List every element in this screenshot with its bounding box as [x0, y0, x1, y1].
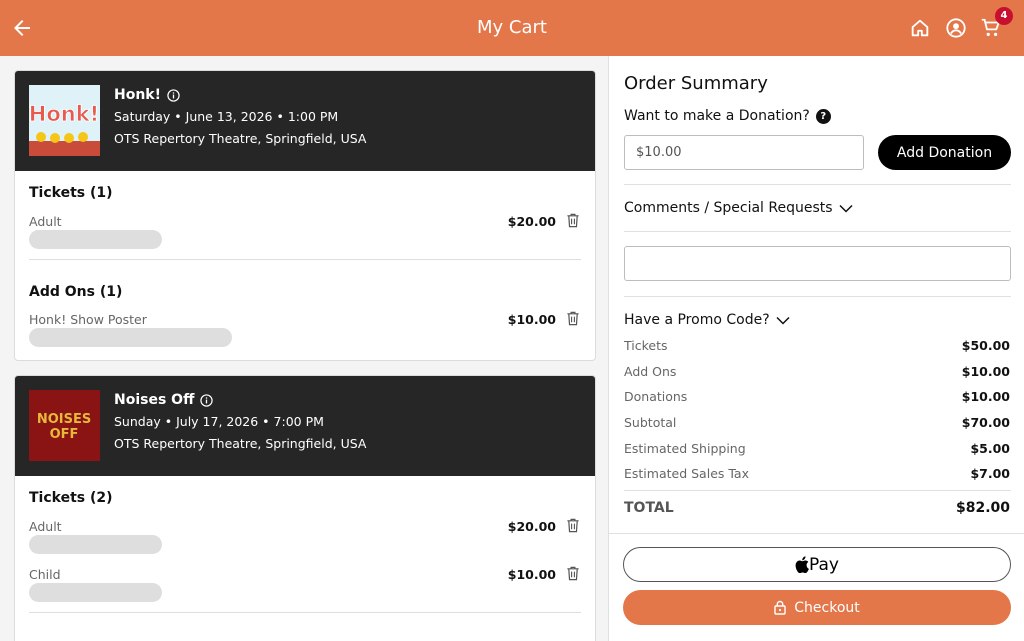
- trash-icon[interactable]: [566, 213, 580, 228]
- page-title: My Cart: [477, 17, 547, 38]
- event-poster-image: NOISES OFF: [29, 390, 100, 461]
- chevron-down-icon: [839, 204, 853, 213]
- event-card-noises-off: NOISES OFF Noises Off Sunday • July 17, …: [14, 375, 596, 641]
- placeholder-bar: [29, 328, 232, 347]
- payment-actions: Pay Checkout: [609, 533, 1024, 641]
- promo-code-toggle[interactable]: Have a Promo Code?: [624, 312, 790, 328]
- summary-line-value: $5.00: [970, 441, 1010, 456]
- ticket-price: $20.00: [507, 519, 556, 534]
- divider: [624, 296, 1011, 297]
- placeholder-bar: [29, 583, 162, 602]
- event-header: NOISES OFF Noises Off Sunday • July 17, …: [15, 376, 595, 476]
- ticket-type-label: Child: [29, 567, 61, 582]
- ticket-price: $10.00: [507, 567, 556, 582]
- checkout-label: Checkout: [794, 599, 860, 616]
- info-icon[interactable]: [167, 88, 180, 102]
- divider: [29, 259, 581, 260]
- total-value: $82.00: [955, 500, 1010, 516]
- comments-input[interactable]: [624, 246, 1011, 281]
- divider: [624, 490, 1011, 491]
- trash-icon[interactable]: [566, 311, 580, 326]
- add-donation-button[interactable]: Add Donation: [878, 135, 1011, 170]
- summary-line-label: Tickets: [624, 338, 668, 353]
- summary-line-value: $10.00: [961, 364, 1010, 379]
- total-label: TOTAL: [624, 500, 674, 516]
- event-name-label: Honk!: [114, 87, 161, 103]
- event-name: Honk!: [114, 87, 180, 103]
- event-header: Honk! Honk! Saturday • June 13, 2026 • 1…: [15, 71, 595, 171]
- apple-logo-icon: [795, 556, 809, 573]
- tickets-section-title: Tickets (1): [29, 185, 113, 201]
- checkout-button[interactable]: Checkout: [623, 590, 1011, 625]
- summary-line-label: Estimated Sales Tax: [624, 466, 749, 481]
- summary-line-value: $7.00: [970, 466, 1010, 481]
- summary-line-value: $70.00: [961, 415, 1010, 430]
- summary-line-value: $10.00: [961, 389, 1010, 404]
- trash-icon[interactable]: [566, 518, 580, 533]
- help-icon[interactable]: ?: [815, 108, 831, 124]
- summary-line-label: Donations: [624, 389, 688, 404]
- poster-title-text: Honk!: [29, 102, 99, 126]
- donation-amount-input[interactable]: [624, 135, 864, 170]
- summary-line-label: Add Ons: [624, 364, 677, 379]
- promo-code-label: Have a Promo Code?: [624, 312, 770, 328]
- event-card-honk: Honk! Honk! Saturday • June 13, 2026 • 1…: [14, 70, 596, 361]
- event-name-label: Noises Off: [114, 392, 195, 408]
- divider: [624, 231, 1011, 232]
- account-icon[interactable]: [945, 17, 967, 39]
- addons-section-title: Add Ons (1): [29, 284, 123, 300]
- summary-line-label: Estimated Shipping: [624, 441, 746, 456]
- addon-label: Honk! Show Poster: [29, 312, 147, 327]
- comments-label: Comments / Special Requests: [624, 200, 833, 216]
- summary-line-label: Subtotal: [624, 415, 677, 430]
- event-date: Saturday • June 13, 2026 • 1:00 PM: [114, 109, 339, 124]
- event-venue: OTS Repertory Theatre, Springfield, USA: [114, 131, 367, 146]
- ticket-type-label: Adult: [29, 214, 62, 229]
- donation-question: Want to make a Donation? ?: [624, 108, 831, 124]
- apple-pay-button[interactable]: Pay: [623, 547, 1011, 582]
- placeholder-bar: [29, 535, 162, 554]
- comments-toggle[interactable]: Comments / Special Requests: [624, 200, 853, 216]
- home-icon[interactable]: [909, 17, 931, 39]
- divider: [624, 184, 1011, 185]
- cart-items-panel: Honk! Honk! Saturday • June 13, 2026 • 1…: [0, 56, 608, 641]
- order-summary-title: Order Summary: [624, 73, 768, 94]
- ticket-type-label: Adult: [29, 519, 62, 534]
- poster-title-line-2: OFF: [50, 427, 79, 442]
- chevron-down-icon: [776, 316, 790, 325]
- summary-line-value: $50.00: [961, 338, 1010, 353]
- donation-question-label: Want to make a Donation?: [624, 108, 810, 124]
- trash-icon[interactable]: [566, 566, 580, 581]
- app-header: My Cart 4: [0, 0, 1024, 56]
- tickets-section-title: Tickets (2): [29, 490, 113, 506]
- event-name: Noises Off: [114, 392, 214, 408]
- ticket-price: $20.00: [507, 214, 556, 229]
- apple-pay-label: Pay: [809, 554, 839, 575]
- event-poster-image: Honk!: [29, 85, 100, 156]
- event-venue: OTS Repertory Theatre, Springfield, USA: [114, 436, 367, 451]
- divider: [29, 612, 581, 613]
- cart-count-badge: 4: [995, 7, 1013, 25]
- placeholder-bar: [29, 230, 162, 249]
- event-date: Sunday • July 17, 2026 • 7:00 PM: [114, 414, 324, 429]
- addon-price: $10.00: [507, 312, 556, 327]
- lock-icon: [774, 600, 786, 615]
- poster-title-line-1: NOISES: [37, 412, 91, 427]
- order-summary-panel: Order Summary Want to make a Donation? ?…: [608, 56, 1024, 641]
- info-icon[interactable]: [200, 393, 214, 407]
